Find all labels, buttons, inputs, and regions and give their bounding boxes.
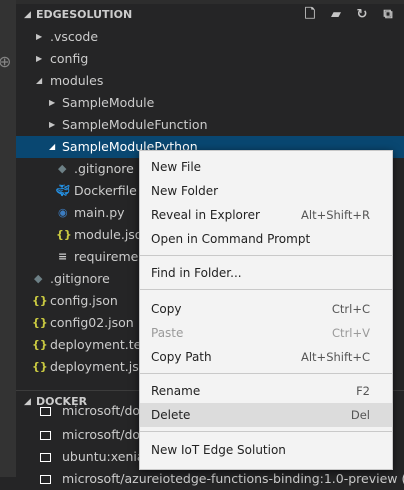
menu-item-shortcut: Del — [350, 408, 370, 422]
menu-item-label: New IoT Edge Solution — [151, 443, 286, 457]
json-icon: {} — [32, 360, 48, 373]
menu-item-shortcut: Ctrl+C — [331, 302, 370, 316]
menu-item-label: Copy Path — [151, 350, 212, 364]
menu-item-shortcut: Alt+Shift+C — [300, 350, 370, 364]
menu-item-find-in-folder[interactable]: Find in Folder... — [140, 261, 392, 285]
menu-item-label: Delete — [151, 408, 191, 422]
new-file-icon[interactable]: 🗋 — [302, 4, 318, 26]
docker-image-label: microsoft/azureiotedge-functions-binding… — [62, 471, 404, 486]
docker-image-item[interactable]: microsoft/azureiotedge-functions-binding… — [16, 468, 404, 490]
edgesolution-section-header[interactable]: ◢ EDGESOLUTION 🗋 ▰ ↻ ⧉ — [16, 4, 404, 26]
tree-item-samplemodulefunction[interactable]: ▶ SampleModuleFunction — [16, 114, 404, 136]
collapse-all-icon[interactable]: ⧉ — [380, 4, 396, 26]
tree-item-vscode[interactable]: ▶ .vscode — [16, 26, 404, 48]
tree-item-config[interactable]: ▶ config — [16, 48, 404, 70]
image-icon — [40, 431, 51, 440]
menu-separator — [140, 431, 392, 432]
json-icon: {} — [56, 228, 72, 241]
chevron-right-icon: ▶ — [49, 98, 56, 107]
tree-item-label: main.py — [74, 205, 125, 220]
json-icon: {} — [32, 316, 48, 329]
docker-icon: 🐳︎ — [56, 184, 70, 197]
tree-item-label: config — [50, 51, 89, 66]
gitignore-icon: ◆ — [58, 162, 67, 175]
menu-item-label: Copy — [151, 302, 182, 316]
chevron-down-icon: ◢ — [36, 76, 43, 85]
section-title: EDGESOLUTION — [36, 8, 133, 21]
tree-item-label: .gitignore — [50, 271, 110, 286]
gitignore-icon: ◆ — [34, 272, 43, 285]
menu-item-label: New File — [151, 160, 202, 174]
menu-item-copy[interactable]: Copy Ctrl+C — [140, 297, 392, 321]
menu-item-rename[interactable]: Rename F2 — [140, 379, 392, 403]
tree-item-label: SampleModuleFunction — [62, 117, 208, 132]
tree-item-label: .gitignore — [74, 161, 134, 176]
menu-separator — [140, 289, 392, 290]
menu-item-label: Rename — [151, 384, 201, 398]
chevron-down-icon: ◢ — [49, 142, 56, 151]
image-icon — [40, 453, 51, 462]
image-icon — [40, 407, 51, 416]
chevron-right-icon: ▶ — [36, 32, 43, 41]
menu-separator — [140, 255, 392, 256]
chevron-right-icon: ▶ — [36, 54, 43, 63]
tree-item-label: config.json — [50, 293, 118, 308]
context-menu: New File New Folder Reveal in Explorer A… — [139, 150, 393, 470]
menu-item-new-iot-edge-solution[interactable]: New IoT Edge Solution — [140, 438, 392, 462]
image-icon — [40, 475, 51, 484]
menu-item-new-file[interactable]: New File — [140, 155, 392, 179]
tree-item-label: Dockerfile — [74, 183, 137, 198]
menu-item-label: Reveal in Explorer — [151, 208, 260, 222]
tree-item-label: .vscode — [50, 29, 99, 44]
menu-item-label: Paste — [151, 326, 184, 340]
header-actions: 🗋 ▰ ↻ ⧉ — [302, 4, 396, 26]
menu-item-label: Open in Command Prompt — [151, 232, 311, 246]
tree-item-label: config02.json — [50, 315, 134, 330]
tree-item-label: modules — [50, 73, 104, 88]
python-icon: ◉ — [58, 206, 68, 219]
tree-item-samplemodule[interactable]: ▶ SampleModule — [16, 92, 404, 114]
menu-item-label: New Folder — [151, 184, 219, 198]
menu-item-label: Find in Folder... — [151, 266, 242, 280]
refresh-icon[interactable]: ↻ — [354, 4, 370, 26]
menu-item-delete[interactable]: Delete Del — [140, 403, 392, 427]
text-file-icon: ≡ — [58, 250, 68, 263]
new-folder-icon[interactable]: ▰ — [328, 4, 344, 26]
menu-item-shortcut: F2 — [356, 384, 370, 398]
tree-item-label: SampleModule — [62, 95, 155, 110]
chevron-right-icon: ▶ — [49, 120, 56, 129]
json-icon: {} — [32, 294, 48, 307]
menu-item-new-folder[interactable]: New Folder — [140, 179, 392, 203]
tree-item-modules[interactable]: ◢ modules — [16, 70, 404, 92]
chevron-down-icon: ◢ — [24, 10, 31, 20]
menu-item-paste[interactable]: Paste Ctrl+V — [140, 321, 392, 345]
menu-item-shortcut: Ctrl+V — [332, 326, 370, 340]
docker-image-label: ubuntu:xenial — [62, 449, 148, 464]
activity-bar: ⊕ — [0, 0, 16, 477]
menu-item-shortcut: Alt+Shift+R — [301, 208, 370, 222]
extensions-icon[interactable]: ⊕ — [0, 52, 11, 71]
json-icon: {} — [32, 338, 48, 351]
menu-separator — [140, 373, 392, 374]
menu-item-copy-path[interactable]: Copy Path Alt+Shift+C — [140, 345, 392, 369]
menu-item-open-command-prompt[interactable]: Open in Command Prompt — [140, 227, 392, 251]
menu-item-reveal-in-explorer[interactable]: Reveal in Explorer Alt+Shift+R — [140, 203, 392, 227]
